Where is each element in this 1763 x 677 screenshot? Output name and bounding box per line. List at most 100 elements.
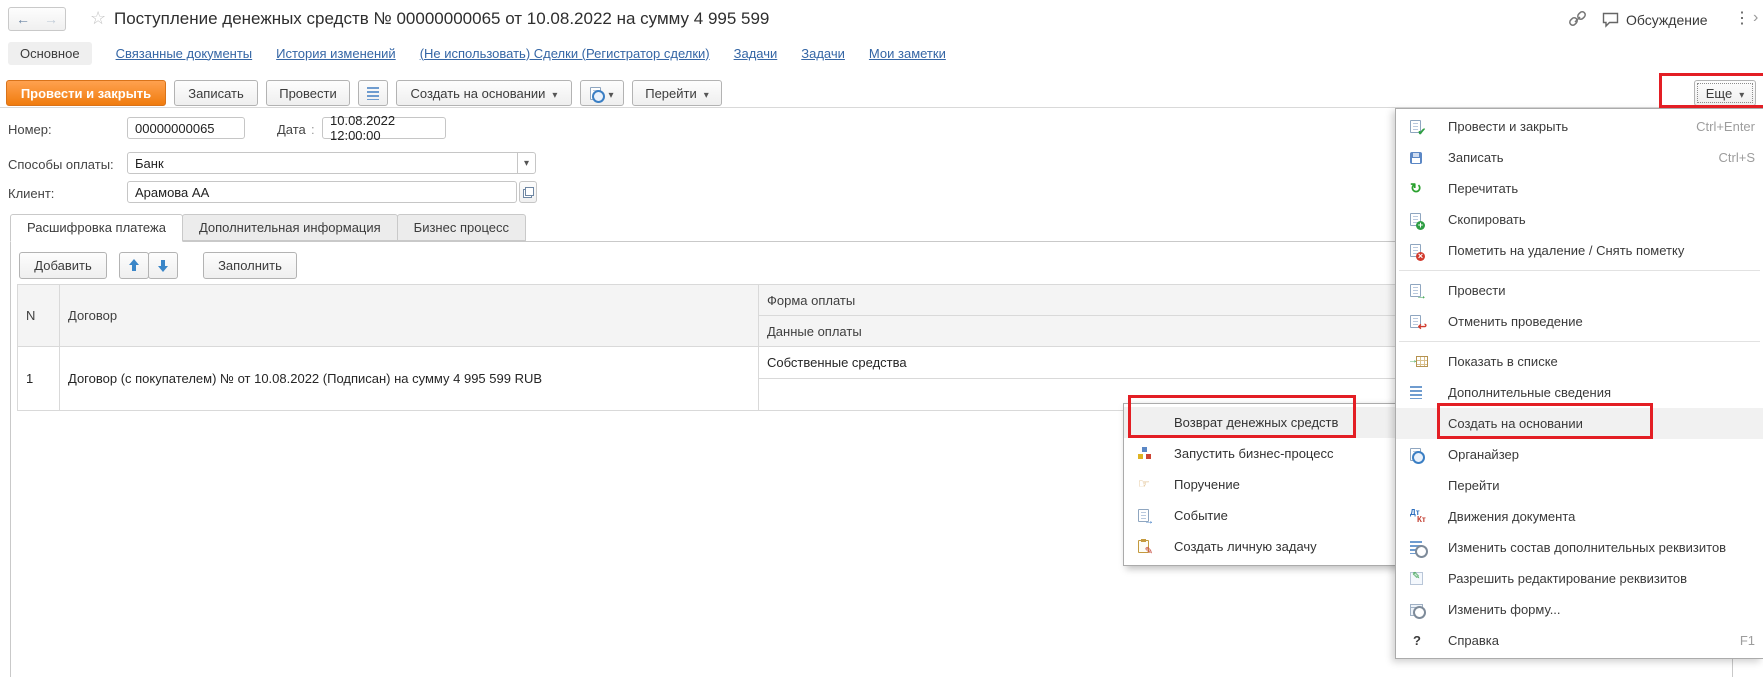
more-options-icon[interactable]: ⋮ [1734, 8, 1750, 28]
organizer-icon [590, 87, 601, 100]
shortcut-label: F1 [1740, 633, 1763, 648]
more-menu: Провести и закрыть Ctrl+Enter Записать C… [1395, 108, 1763, 659]
change-form-icon [1410, 604, 1423, 616]
payment-method-label: Способы оплаты: [8, 157, 114, 172]
nav-link-change-history[interactable]: История изменений [276, 46, 396, 61]
post-button[interactable]: Провести [266, 80, 350, 106]
save-icon [1410, 152, 1422, 164]
favorite-star-icon[interactable]: ☆ [90, 8, 106, 29]
menu-item-go-to[interactable]: Перейти [1396, 470, 1763, 501]
nav-tab-main[interactable]: Основное [8, 42, 92, 65]
attributes-gear-icon [1410, 541, 1422, 554]
client-open-button[interactable] [519, 181, 537, 203]
menu-separator [1396, 266, 1763, 275]
shortcut-label: Ctrl+S [1719, 150, 1763, 165]
fill-button[interactable]: Заполнить [203, 252, 297, 279]
post-icon [1410, 284, 1421, 297]
unpost-icon [1410, 315, 1421, 328]
personal-task-icon [1138, 540, 1149, 553]
payment-method-combobox[interactable]: Банк ▾ [127, 152, 536, 174]
debit-credit-icon [1410, 510, 1428, 524]
menu-item-allow-edit-attributes[interactable]: Разрешить редактирование реквизитов [1396, 563, 1763, 594]
tab-payment-details[interactable]: Расшифровка платежа [10, 214, 183, 242]
delete-mark-icon [1410, 244, 1421, 257]
additional-info-button[interactable] [358, 80, 388, 106]
shortcut-label: Ctrl+Enter [1696, 119, 1763, 134]
pointing-hand-icon [1138, 478, 1152, 492]
tab-additional-info[interactable]: Дополнительная информация [182, 214, 398, 241]
additional-info-icon [367, 87, 379, 100]
back-arrow-icon: ← [16, 11, 30, 27]
forward-button[interactable]: → [37, 7, 66, 31]
menu-separator [1396, 337, 1763, 346]
organizer-icon [1410, 448, 1421, 461]
menu-item-create-personal-task[interactable]: Создать личную задачу [1124, 531, 1398, 562]
cell-contract[interactable]: Договор (с покупателем) № от 10.08.2022 … [60, 347, 759, 411]
menu-item-start-business-process[interactable]: Запустить бизнес-процесс [1124, 438, 1398, 469]
col-header-contract[interactable]: Договор [60, 285, 759, 347]
go-to-button[interactable]: Перейти [632, 80, 722, 106]
help-icon [1410, 634, 1424, 648]
chevron-right-icon[interactable]: › [1753, 9, 1758, 27]
open-form-icon [523, 187, 534, 198]
edit-pencil-icon [1410, 572, 1423, 585]
forward-arrow-icon: → [44, 11, 58, 27]
menu-item-unpost[interactable]: Отменить проведение [1396, 306, 1763, 337]
discussion-icon[interactable] [1601, 11, 1621, 29]
date-colon: : [311, 122, 315, 137]
col-header-n[interactable]: N [18, 285, 60, 347]
menu-item-mark-for-deletion[interactable]: Пометить на удаление / Снять пометку [1396, 235, 1763, 266]
tab-business-process[interactable]: Бизнес процесс [397, 214, 526, 241]
menu-item-help[interactable]: Справка F1 [1396, 625, 1763, 656]
menu-item-post[interactable]: Провести [1396, 275, 1763, 306]
nav-link-tasks-1[interactable]: Задачи [734, 46, 778, 61]
post-and-close-icon [1410, 120, 1421, 133]
nav-tabs-row: Основное Связанные документы История изм… [0, 40, 1763, 66]
menu-item-event[interactable]: Событие [1124, 500, 1398, 531]
save-button[interactable]: Записать [174, 80, 258, 106]
cell-row-number[interactable]: 1 [18, 347, 60, 411]
menu-item-show-in-list[interactable]: Показать в списке [1396, 346, 1763, 377]
menu-item-post-and-close[interactable]: Провести и закрыть Ctrl+Enter [1396, 111, 1763, 142]
app-window: ← → ☆ Поступление денежных средств № 000… [0, 0, 1763, 677]
add-row-button[interactable]: Добавить [19, 252, 107, 279]
event-icon [1138, 509, 1149, 522]
menu-item-money-return[interactable]: Возврат денежных средств [1124, 407, 1398, 438]
menu-item-reread[interactable]: Перечитать [1396, 173, 1763, 204]
nav-link-tasks-2[interactable]: Задачи [801, 46, 845, 61]
date-input[interactable]: 10.08.2022 12:00:00 [322, 117, 446, 139]
combobox-arrow-icon[interactable]: ▾ [517, 153, 535, 173]
discussion-label[interactable]: Обсуждение [1626, 12, 1708, 28]
menu-item-additional-info[interactable]: Дополнительные сведения [1396, 377, 1763, 408]
post-and-close-button[interactable]: Провести и закрыть [6, 80, 166, 106]
client-label: Клиент: [8, 186, 54, 201]
number-input[interactable]: 00000000065 [127, 117, 245, 139]
client-input[interactable]: Арамова АА [127, 181, 517, 203]
document-toolbar: Провести и закрыть Записать Провести Соз… [0, 78, 1763, 108]
nav-link-my-notes[interactable]: Мои заметки [869, 46, 946, 61]
copy-icon [1410, 213, 1421, 226]
menu-item-create-based-on[interactable]: Создать на основании [1396, 408, 1763, 439]
menu-item-organizer[interactable]: Органайзер [1396, 439, 1763, 470]
show-in-list-icon [1416, 356, 1428, 367]
move-down-button[interactable] [148, 252, 178, 279]
create-based-on-button[interactable]: Создать на основании [396, 80, 572, 106]
move-up-button[interactable] [119, 252, 149, 279]
menu-item-document-movements[interactable]: Движения документа [1396, 501, 1763, 532]
business-process-icon [1138, 447, 1151, 460]
nav-link-deals[interactable]: (Не использовать) Сделки (Регистратор сд… [420, 46, 710, 61]
back-button[interactable]: ← [8, 7, 38, 31]
nav-link-related-documents[interactable]: Связанные документы [116, 46, 253, 61]
more-button[interactable]: Еще [1694, 80, 1756, 106]
arrow-down-icon [158, 259, 169, 272]
organizer-dropdown-button[interactable] [580, 80, 624, 106]
menu-item-copy[interactable]: Скопировать [1396, 204, 1763, 235]
menu-item-edit-additional-attributes[interactable]: Изменить состав дополнительных реквизито… [1396, 532, 1763, 563]
menu-item-save[interactable]: Записать Ctrl+S [1396, 142, 1763, 173]
create-based-on-menu: Возврат денежных средств Запустить бизне… [1123, 403, 1399, 566]
link-icon[interactable] [1568, 10, 1587, 29]
menu-item-assignment[interactable]: Поручение [1124, 469, 1398, 500]
date-label: Дата [277, 122, 306, 137]
detail-tabs: Расшифровка платежа Дополнительная инфор… [10, 214, 525, 241]
menu-item-change-form[interactable]: Изменить форму... [1396, 594, 1763, 625]
